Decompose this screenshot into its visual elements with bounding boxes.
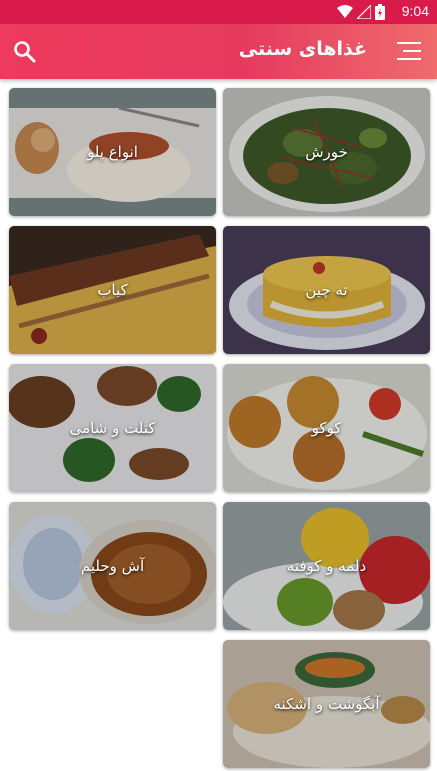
signal-icon	[357, 5, 371, 19]
category-card-khoresh[interactable]: خورش	[223, 88, 430, 216]
category-card-abgusht[interactable]: آبگوشت و اشکنه	[223, 640, 430, 768]
menu-icon	[397, 42, 421, 60]
category-card-ash[interactable]: آش وحلیم	[9, 502, 216, 630]
category-card-tahchin[interactable]: ته چین	[223, 226, 430, 354]
search-button[interactable]	[12, 39, 38, 65]
category-card-kotlet[interactable]: کتلت و شامی	[9, 364, 216, 492]
category-label: خورش	[305, 143, 348, 161]
category-label: کوکو	[311, 419, 342, 437]
category-card-polo[interactable]: انواع پلو	[9, 88, 216, 216]
category-label: آبگوشت و اشکنه	[273, 695, 380, 713]
category-label: آش وحلیم	[80, 557, 145, 575]
battery-icon	[375, 4, 385, 20]
page-title: غذاهای سنتی	[238, 38, 367, 60]
status-bar: 9:04	[0, 0, 437, 24]
app-bar: غذاهای سنتی	[0, 24, 437, 79]
category-label: کتلت و شامی	[69, 419, 156, 437]
wifi-icon	[337, 5, 353, 18]
category-card-dolmeh[interactable]: دلمه و کوفته	[223, 502, 430, 630]
category-label: دلمه و کوفته	[286, 557, 367, 575]
search-icon	[14, 41, 36, 63]
category-card-kuku[interactable]: کوکو	[223, 364, 430, 492]
menu-button[interactable]	[395, 38, 423, 64]
status-time: 9:04	[401, 3, 429, 19]
category-label: انواع پلو	[87, 143, 138, 161]
category-label: ته چین	[305, 281, 348, 299]
category-label: کباب	[97, 281, 128, 299]
category-card-kabab[interactable]: کباب	[9, 226, 216, 354]
status-icons	[337, 4, 385, 20]
